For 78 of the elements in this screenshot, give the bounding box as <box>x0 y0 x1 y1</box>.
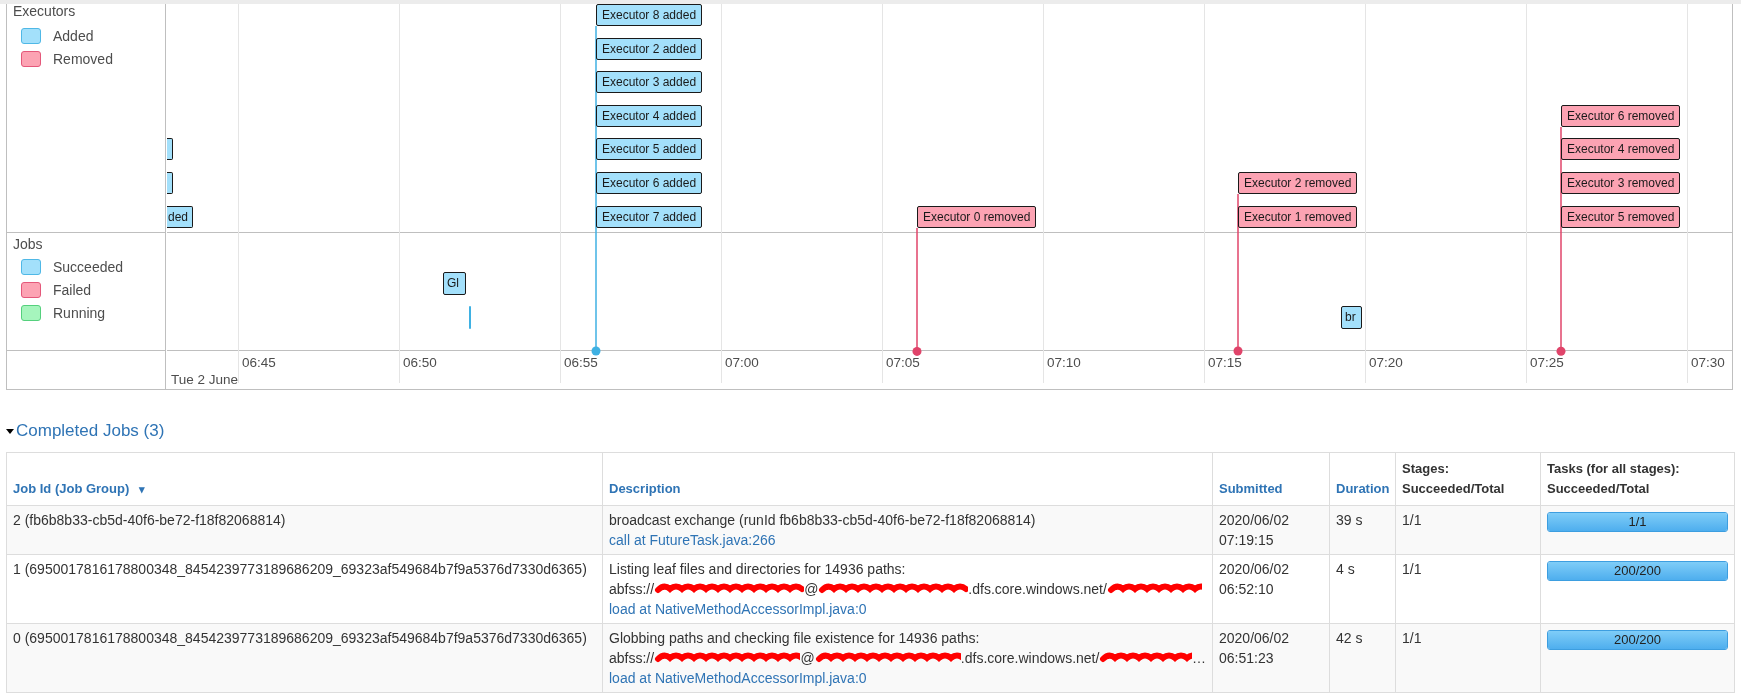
legend-label: Running <box>53 304 106 321</box>
axis-label: 06:45 <box>242 355 276 371</box>
axis-label: 07:05 <box>886 355 920 371</box>
legend-swatch <box>21 304 41 321</box>
sort-arrow-icon[interactable]: ▾ <box>138 483 145 495</box>
axis-label: 06:55 <box>564 355 598 371</box>
legend-swatch <box>21 50 41 67</box>
table-cell: 1 (6950017816178800348_8454239773189686209_69323af549684b7f9a5376d7330d6365) <box>13 561 587 577</box>
progress-label: 1/1 <box>1627 513 1648 531</box>
job-bar[interactable]: br <box>1341 306 1362 329</box>
executor-event[interactable]: Executor 6 added <box>596 172 703 194</box>
executor-event[interactable]: Executor 8 added <box>596 4 703 26</box>
legend-title: Executors <box>13 4 77 18</box>
axis-label: 07:20 <box>1369 355 1403 371</box>
table-cell: 2020/06/02 06:52:10 <box>1219 561 1290 597</box>
column-header[interactable]: Submitted <box>1219 481 1283 496</box>
axis-label: 07:25 <box>1530 355 1564 371</box>
caret-icon[interactable] <box>6 428 14 434</box>
executor-event[interactable]: Executor 2 added <box>596 37 703 60</box>
axis-label: 07:00 <box>725 355 759 371</box>
axis-label: 07:10 <box>1047 355 1081 371</box>
executor-event[interactable]: Executor 7 added <box>596 205 703 228</box>
column-header[interactable]: Job Id (Job Group) <box>13 481 130 496</box>
executor-event[interactable]: Executor 3 removed <box>1561 172 1681 194</box>
table-cell: 1/1 <box>1402 630 1422 646</box>
executor-event[interactable]: Executor 2 removed <box>1238 172 1358 194</box>
description-text: broadcast exchange (runId fb6b8b33-cb5d-40f6-be72-f18f82068814) <box>609 511 1037 530</box>
executor-event[interactable]: Executor 6 removed <box>1561 104 1681 127</box>
column-header: Tasks (for all stages): Succeeded/Total <box>1547 461 1680 496</box>
path-text: .dfs.core.windows.net/ <box>960 649 1100 668</box>
description-text: Globbing paths and checking file existence for 14936 paths: <box>609 629 981 648</box>
job-bar[interactable]: Gl <box>443 272 466 295</box>
legend-swatch <box>21 258 41 275</box>
path-text: … <box>1192 649 1206 668</box>
executor-event[interactable]: ded <box>167 205 194 228</box>
legend-label: Removed <box>53 50 113 67</box>
axis-label: 06:50 <box>403 355 437 371</box>
executor-event[interactable]: Executor 1 removed <box>1238 205 1358 228</box>
executor-event[interactable]: Executor 4 added <box>596 104 703 127</box>
path-text: abfss:// <box>609 580 655 599</box>
table-cell: 0 (6950017816178800348_8454239773189686209_69323af549684b7f9a5376d7330d6365) <box>13 630 587 646</box>
callsite-link[interactable]: load at NativeMethodAccessorImpl.java:0 <box>609 601 867 617</box>
executor-event[interactable]: Executor 3 added <box>596 71 703 94</box>
path-text: @ <box>800 649 815 668</box>
axis-label: 07:15 <box>1208 355 1242 371</box>
executor-event[interactable]: Executor 0 removed <box>917 205 1037 228</box>
progress-label: 200/200 <box>1613 631 1662 649</box>
column-header: Stages: Succeeded/Total <box>1402 461 1505 496</box>
progress-label: 200/200 <box>1613 562 1662 580</box>
executor-event[interactable]: Executor 5 removed <box>1561 205 1681 228</box>
executor-event[interactable] <box>167 172 173 194</box>
path-text: abfss:// <box>609 649 655 668</box>
legend-swatch <box>21 27 41 44</box>
executor-event[interactable]: Executor 4 removed <box>1561 138 1681 161</box>
table-cell: 4 s <box>1336 561 1355 577</box>
path-text: @ <box>804 580 819 599</box>
callsite-link[interactable]: load at NativeMethodAccessorImpl.java:0 <box>609 670 867 686</box>
table-cell: 2 (fb6b8b33-cb5d-40f6-be72-f18f82068814) <box>13 512 286 528</box>
legend-label: Added <box>53 27 94 44</box>
table-cell: 42 s <box>1336 630 1363 646</box>
column-header[interactable]: Description <box>609 481 681 496</box>
table-cell: 2020/06/02 06:51:23 <box>1219 630 1290 666</box>
description-text: Listing leaf files and directories for 14936 paths: <box>609 560 907 579</box>
legend-label: Succeeded <box>53 258 124 275</box>
table-cell: 39 s <box>1336 512 1363 528</box>
path-text: .dfs.core.windows.net/ <box>968 580 1107 599</box>
table-cell: 1/1 <box>1402 561 1422 577</box>
table-cell: 1/1 <box>1402 512 1422 528</box>
callsite-link[interactable]: call at FutureTask.java:266 <box>609 532 776 548</box>
table-cell: 2020/06/02 07:19:15 <box>1219 512 1290 548</box>
legend-title: Jobs <box>13 237 44 251</box>
legend-label: Failed <box>53 281 92 298</box>
executor-event[interactable] <box>167 138 173 161</box>
date-label: Tue 2 June <box>171 372 239 388</box>
axis-label: 07:30 <box>1691 355 1725 371</box>
completed-jobs-link[interactable]: Completed Jobs (3) <box>16 421 165 441</box>
executor-event[interactable]: Executor 5 added <box>596 138 703 161</box>
legend-swatch <box>21 281 41 298</box>
